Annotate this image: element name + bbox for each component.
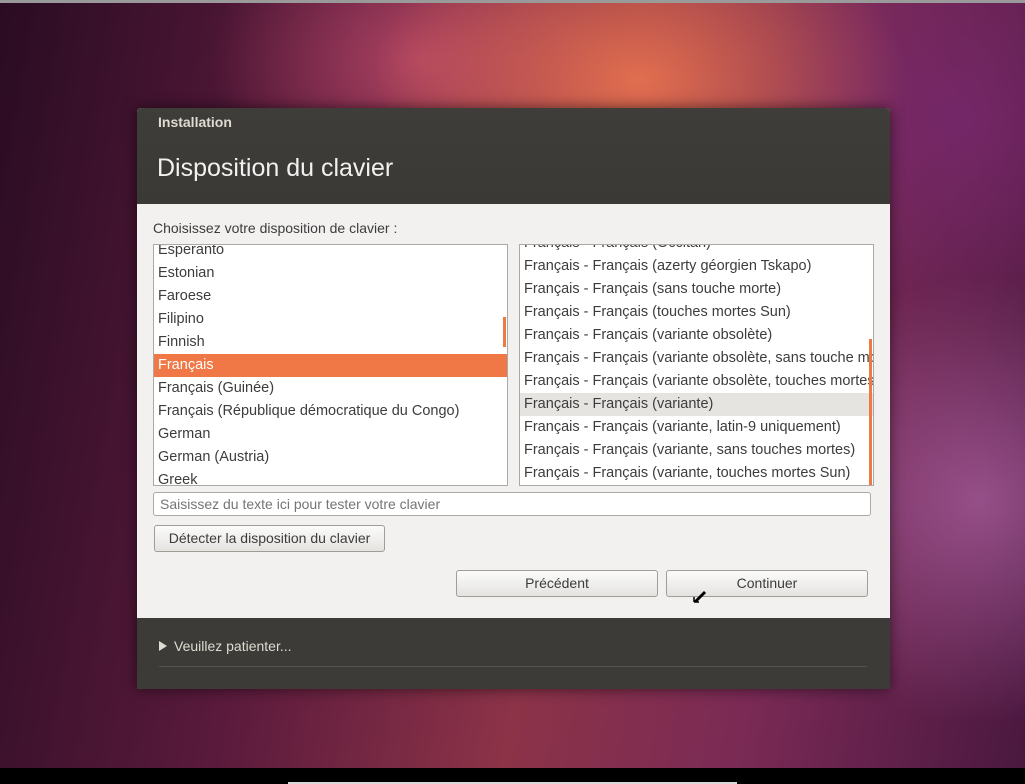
expander-arrow-icon — [159, 641, 167, 651]
variant-list-item[interactable]: Français - Français (azerty géorgien Tsk… — [520, 255, 873, 278]
variant-list-item[interactable]: Français - Français (variante, latin-9 u… — [520, 416, 873, 439]
variant-list-item[interactable]: Français - Français (sans touche morte) — [520, 278, 873, 301]
previous-button[interactable]: Précédent — [456, 570, 658, 597]
expander-label: Veuillez patienter... — [174, 638, 292, 654]
variant-list-item[interactable]: Français - Français (variante obsolète) — [520, 324, 873, 347]
keyboard-test-input[interactable] — [153, 492, 871, 516]
progress-footer: Veuillez patienter... — [137, 618, 890, 689]
layout-list-item[interactable]: Faroese — [154, 285, 507, 308]
layout-list-item[interactable]: German — [154, 423, 507, 446]
layout-list-item[interactable]: Esperanto — [154, 245, 507, 262]
layout-list-item[interactable]: Français — [154, 354, 507, 377]
layout-list-item[interactable]: Filipino — [154, 308, 507, 331]
footer-divider — [159, 666, 867, 667]
variant-list-item[interactable]: Français - Français (Occitan) — [520, 245, 873, 255]
layout-list-item[interactable]: Estonian — [154, 262, 507, 285]
variant-list-item[interactable]: Français - Français (variante, sans touc… — [520, 439, 873, 462]
bottom-bar — [0, 768, 1025, 784]
page-title: Disposition du clavier — [157, 154, 394, 182]
layout-prompt: Choisissez votre disposition de clavier … — [153, 220, 398, 236]
layout-list-item[interactable]: Greek — [154, 469, 507, 485]
layout-scroll-indicator[interactable] — [503, 317, 506, 347]
detect-layout-button[interactable]: Détecter la disposition du clavier — [154, 525, 385, 552]
variant-list-item[interactable]: Français - Français (variante, touches m… — [520, 462, 873, 485]
layout-list-item[interactable]: Français (République démocratique du Con… — [154, 400, 507, 423]
content-area: Choisissez votre disposition de clavier … — [137, 204, 890, 618]
variant-list[interactable]: Français - Français (Occitan)Français - … — [519, 244, 874, 486]
layout-list-item[interactable]: Finnish — [154, 331, 507, 354]
layout-list[interactable]: Esperanto Estonian Faroese Filipino Finnish F… — [153, 244, 508, 486]
top-panel-edge — [0, 0, 1025, 3]
variant-list-item[interactable]: Français - Français (variante obsolète, … — [520, 370, 873, 393]
details-expander[interactable]: Veuillez patienter... — [159, 638, 292, 654]
variant-list-item[interactable]: Français - Français (touches mortes Sun) — [520, 301, 873, 324]
installer-window: Installation Disposition du clavier Choi… — [137, 108, 890, 689]
mouse-pointer-icon — [693, 590, 707, 603]
window-header: Installation Disposition du clavier — [137, 108, 890, 204]
layout-list-item[interactable]: Français (Guinée) — [154, 377, 507, 400]
window-title: Installation — [158, 114, 232, 130]
variant-scroll-indicator[interactable] — [869, 339, 872, 485]
variant-list-item[interactable]: Français - Français (variante) — [520, 393, 873, 416]
variant-list-item[interactable]: Français - Français (variante obsolète, … — [520, 347, 873, 370]
layout-list-item[interactable]: German (Austria) — [154, 446, 507, 469]
